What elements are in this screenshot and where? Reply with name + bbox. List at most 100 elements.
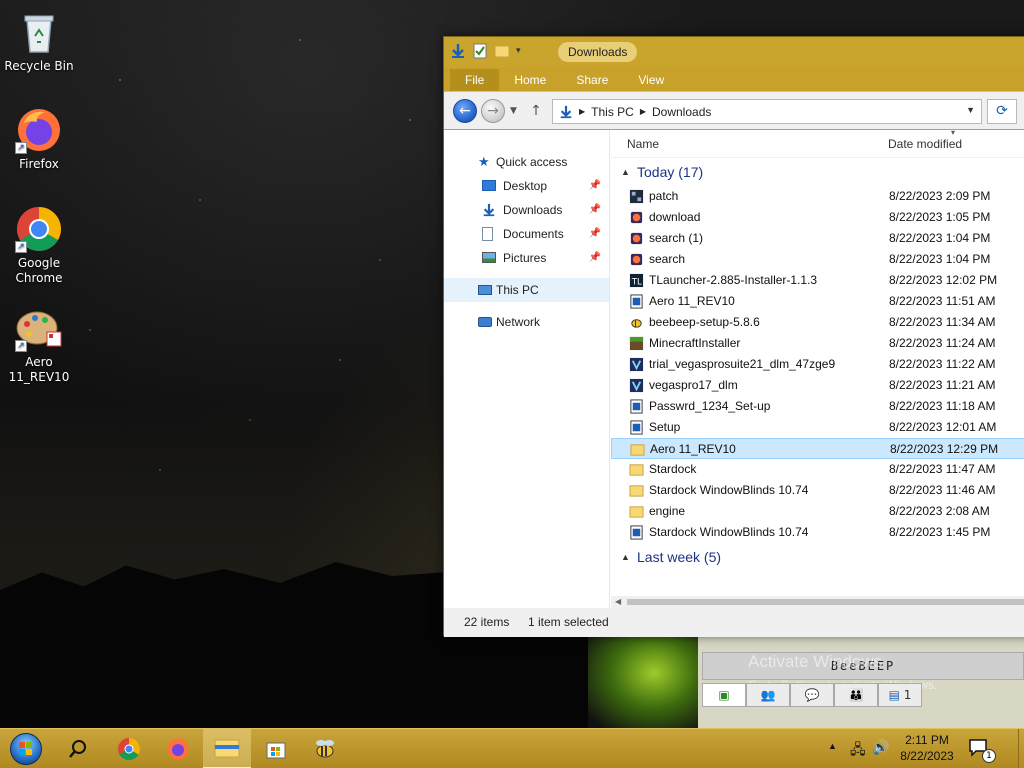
nav-this-pc[interactable]: This PC [444,278,609,302]
back-button[interactable]: ← [453,99,477,123]
column-header-date[interactable]: Date modified [888,137,962,151]
recent-locations-button[interactable]: ▼ [510,104,522,118]
file-row[interactable]: trial_vegasprosuite21_dlm_47zge9 8/22/202… [611,354,1024,375]
clock[interactable]: 2:11 PM 8/22/2023 [892,732,962,764]
file-name: trial_vegasprosuite21_dlm_47zge9 [649,357,836,371]
taskbar-beebeep[interactable] [301,729,349,768]
file-date-modified: 8/22/2023 12:02 PM [889,273,998,287]
file-date-modified: 8/22/2023 11:18 AM [889,399,996,413]
file-explorer-window[interactable]: ▾ Downloads File Home Share View ← → ▼ ↑… [443,36,1024,637]
beebeep-tab-users[interactable]: 👥 [746,683,790,707]
title-bar[interactable]: ▾ Downloads [444,37,1024,67]
network-icon[interactable]: 🖧 [850,739,866,763]
refresh-icon: ⟳ [996,103,1008,119]
file-row[interactable]: vegaspro17_dlm 8/22/2023 11:21 AM [611,375,1024,396]
nav-documents[interactable]: Documents 📌 [444,222,609,246]
nav-pictures[interactable]: Pictures 📌 [444,246,609,270]
pin-icon[interactable]: 📌 [589,222,601,246]
breadcrumb-this-pc[interactable]: This PC [591,105,634,119]
pin-icon[interactable]: 📌 [589,198,601,222]
tab-share[interactable]: Share [561,69,623,91]
file-row[interactable]: search (1) 8/22/2023 1:04 PM [611,228,1024,249]
nav-desktop[interactable]: Desktop 📌 [444,174,609,198]
address-bar-row: ← → ▼ ↑ ▶ This PC ▶ Downloads ▼ ⟳ [444,91,1024,129]
file-row[interactable]: MinecraftInstaller 8/22/2023 11:24 AM [611,333,1024,354]
file-date-modified: 8/22/2023 11:21 AM [889,378,996,392]
beebeep-tab-chat[interactable]: ▣ [702,683,746,707]
file-row[interactable]: search 8/22/2023 1:04 PM [611,249,1024,270]
file-row[interactable]: Setup 8/22/2023 12:01 AM [611,417,1024,438]
show-desktop-button[interactable] [1018,729,1024,768]
beebeep-tab-messages[interactable]: 💬 [790,683,834,707]
breadcrumb-downloads[interactable]: Downloads [652,105,711,119]
column-header-name[interactable]: Name [627,137,659,151]
group-label: Last week (5) [637,549,722,565]
group-header-today[interactable]: ▲ Today (17) [611,158,1024,186]
file-row[interactable]: Stardock WindowBlinds 10.74 8/22/2023 11:… [611,480,1024,501]
nav-network[interactable]: Network [444,310,609,334]
taskbar-firefox[interactable] [154,729,202,768]
file-row[interactable]: patch 8/22/2023 2:09 PM [611,186,1024,207]
folder-icon [630,442,645,457]
documents-icon [482,227,493,241]
file-row[interactable]: Aero 11_REV10 8/22/2023 12:29 PM [611,438,1024,459]
tab-view[interactable]: View [623,69,679,91]
file-row[interactable]: Stardock WindowBlinds 10.74 8/22/2023 1:4… [611,522,1024,543]
beebeep-window[interactable]: BeeBEEP Activate Windows Go to Settings … [588,636,1024,728]
up-button[interactable]: ↑ [528,102,544,120]
file-name: Setup [649,420,681,434]
file-row[interactable]: Passwrd_1234_Set-up 8/22/2023 11:18 AM [611,396,1024,417]
volume-icon[interactable]: 🔊 [872,739,889,756]
file-name: Stardock WindowBlinds 10.74 [649,483,809,497]
download-arrow-icon[interactable] [450,43,466,59]
pin-icon[interactable]: 📌 [589,246,601,270]
refresh-button[interactable]: ⟳ [987,99,1017,124]
nav-label: Network [496,315,541,329]
navigation-pane: ★ Quick access Desktop 📌 Downloads 📌 Doc… [444,130,610,608]
file-row[interactable]: download 8/22/2023 1:05 PM [611,207,1024,228]
address-dropdown-icon[interactable]: ▼ [966,105,975,115]
pictures-icon [482,252,496,263]
new-folder-icon[interactable] [494,43,510,59]
address-field[interactable]: ▶ This PC ▶ Downloads ▼ [552,99,982,124]
nav-quick-access[interactable]: ★ Quick access [444,150,609,174]
taskbar-file-explorer[interactable] [203,729,251,768]
nav-downloads[interactable]: Downloads 📌 [444,198,609,222]
file-row[interactable]: Stardock 8/22/2023 11:47 AM [611,459,1024,480]
customize-qat-icon[interactable]: ▾ [516,46,521,56]
scrollbar-thumb[interactable] [627,599,1024,605]
scroll-left-icon[interactable]: ◀ [615,596,621,608]
clock-time: 2:11 PM [905,733,949,747]
file-row[interactable]: engine 8/22/2023 2:08 AM [611,501,1024,522]
clock-date: 8/22/2023 [900,749,954,763]
star-icon: ★ [478,154,490,169]
notification-center-button[interactable]: 1 [968,737,996,763]
start-button[interactable] [2,729,50,768]
desktop-icon-firefox[interactable]: ↗ Firefox [1,106,77,172]
taskbar-search-button[interactable] [54,729,102,768]
system-tray: ▲ 🖧 🔊 [826,729,890,768]
installer-icon [629,210,644,225]
show-hidden-icons-icon[interactable]: ▲ [828,741,837,751]
file-row[interactable]: beebeep-setup-5.8.6 8/22/2023 11:34 AM [611,312,1024,333]
activate-windows-watermark: Activate Windows [748,652,883,671]
pin-icon[interactable]: 📌 [589,174,601,198]
tab-file[interactable]: File [450,69,500,91]
file-list-pane[interactable]: Name ▾ Date modified ▲ Today (17) patch 8… [611,130,1024,608]
file-row[interactable]: Aero 11_REV10 8/22/2023 11:51 AM [611,291,1024,312]
tab-home[interactable]: Home [499,69,561,91]
file-name: Aero 11_REV10 [650,442,736,456]
forward-button[interactable]: → [481,99,505,123]
group-header-last-week[interactable]: ▲ Last week (5) [611,543,1024,571]
properties-icon[interactable] [472,43,488,59]
beebeep-tab-groups[interactable]: 👪 [834,683,878,707]
desktop-icon-aero[interactable]: ↗ Aero 11_REV10 [1,304,77,385]
horizontal-scrollbar[interactable]: ◀ [611,596,1024,608]
taskbar-chrome[interactable] [105,729,153,768]
taskbar-store[interactable] [252,729,300,768]
quick-access-toolbar: ▾ [450,43,521,59]
desktop-icon-recycle-bin[interactable]: Recycle Bin [1,8,77,74]
desktop-icon-chrome[interactable]: ↗ Google Chrome [1,205,77,286]
beebeep-tab-files[interactable]: ▤ 1 [878,683,922,707]
file-row[interactable]: TL TLauncher-2.885-Installer-1.1.3 8/22/20… [611,270,1024,291]
